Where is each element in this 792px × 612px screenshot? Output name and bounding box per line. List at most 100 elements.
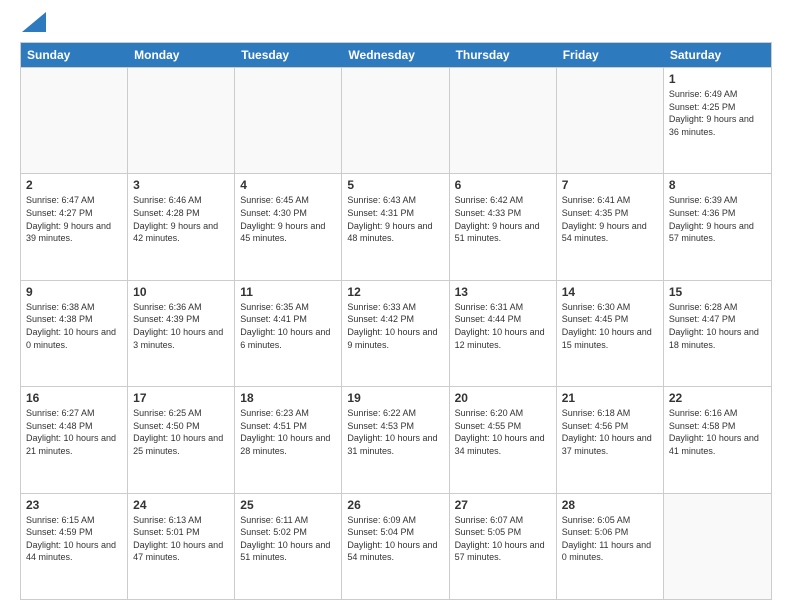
calendar-row: 1Sunrise: 6:49 AM Sunset: 4:25 PM Daylig… (21, 67, 771, 173)
calendar-cell: 16Sunrise: 6:27 AM Sunset: 4:48 PM Dayli… (21, 387, 128, 492)
calendar-cell (664, 494, 771, 599)
day-info: Sunrise: 6:07 AM Sunset: 5:05 PM Dayligh… (455, 514, 551, 564)
calendar-cell: 12Sunrise: 6:33 AM Sunset: 4:42 PM Dayli… (342, 281, 449, 386)
day-number: 20 (455, 391, 551, 405)
calendar-row: 9Sunrise: 6:38 AM Sunset: 4:38 PM Daylig… (21, 280, 771, 386)
calendar-cell: 15 Sunrise: 6:28 AM Sunset: 4:47 PM Dayli… (664, 281, 771, 386)
day-info: Sunrise: 6:20 AM Sunset: 4:55 PM Dayligh… (455, 407, 551, 457)
weekday-header: Sunday (21, 43, 128, 67)
calendar-cell: 23 Sunrise: 6:15 AM Sunset: 4:59 PM Dayli… (21, 494, 128, 599)
day-number: 3 (133, 178, 229, 192)
calendar-cell: 22Sunrise: 6:16 AM Sunset: 4:58 PM Dayli… (664, 387, 771, 492)
calendar-cell (450, 68, 557, 173)
day-number: 4 (240, 178, 336, 192)
day-info: Sunrise: 6:11 AM Sunset: 5:02 PM Dayligh… (240, 514, 336, 564)
calendar-cell: 10 Sunrise: 6:36 AM Sunset: 4:39 PM Dayli… (128, 281, 235, 386)
calendar-row: 23 Sunrise: 6:15 AM Sunset: 4:59 PM Dayli… (21, 493, 771, 599)
day-info: Sunrise: 6:30 AM Sunset: 4:45 PM Dayligh… (562, 301, 658, 351)
calendar-cell: 27 Sunrise: 6:07 AM Sunset: 5:05 PM Dayli… (450, 494, 557, 599)
page-header (20, 16, 772, 32)
day-number: 28 (562, 498, 658, 512)
day-number: 26 (347, 498, 443, 512)
day-info: Sunrise: 6:39 AM Sunset: 4:36 PM Dayligh… (669, 194, 766, 244)
calendar: SundayMondayTuesdayWednesdayThursdayFrid… (20, 42, 772, 600)
day-number: 25 (240, 498, 336, 512)
day-info: Sunrise: 6:36 AM Sunset: 4:39 PM Dayligh… (133, 301, 229, 351)
day-info: Sunrise: 6:15 AM Sunset: 4:59 PM Dayligh… (26, 514, 122, 564)
calendar-cell: 3 Sunrise: 6:46 AM Sunset: 4:28 PM Daylig… (128, 174, 235, 279)
calendar-cell (342, 68, 449, 173)
day-info: Sunrise: 6:22 AM Sunset: 4:53 PM Dayligh… (347, 407, 443, 457)
day-info: Sunrise: 6:38 AM Sunset: 4:38 PM Dayligh… (26, 301, 122, 351)
calendar-header: SundayMondayTuesdayWednesdayThursdayFrid… (21, 43, 771, 67)
weekday-header: Thursday (450, 43, 557, 67)
calendar-cell (128, 68, 235, 173)
day-info: Sunrise: 6:09 AM Sunset: 5:04 PM Dayligh… (347, 514, 443, 564)
day-number: 21 (562, 391, 658, 405)
day-number: 14 (562, 285, 658, 299)
day-number: 15 (669, 285, 766, 299)
weekday-header: Saturday (664, 43, 771, 67)
calendar-cell: 2 Sunrise: 6:47 AM Sunset: 4:27 PM Daylig… (21, 174, 128, 279)
calendar-page: SundayMondayTuesdayWednesdayThursdayFrid… (0, 0, 792, 612)
day-number: 24 (133, 498, 229, 512)
calendar-cell: 21 Sunrise: 6:18 AM Sunset: 4:56 PM Dayli… (557, 387, 664, 492)
calendar-row: 16Sunrise: 6:27 AM Sunset: 4:48 PM Dayli… (21, 386, 771, 492)
calendar-body: 1Sunrise: 6:49 AM Sunset: 4:25 PM Daylig… (21, 67, 771, 599)
calendar-cell: 26 Sunrise: 6:09 AM Sunset: 5:04 PM Dayli… (342, 494, 449, 599)
day-number: 2 (26, 178, 122, 192)
calendar-row: 2 Sunrise: 6:47 AM Sunset: 4:27 PM Daylig… (21, 173, 771, 279)
weekday-header: Monday (128, 43, 235, 67)
day-number: 22 (669, 391, 766, 405)
day-info: Sunrise: 6:42 AM Sunset: 4:33 PM Dayligh… (455, 194, 551, 244)
calendar-cell: 7 Sunrise: 6:41 AM Sunset: 4:35 PM Daylig… (557, 174, 664, 279)
logo-icon (22, 12, 46, 32)
weekday-header: Wednesday (342, 43, 449, 67)
calendar-cell: 9Sunrise: 6:38 AM Sunset: 4:38 PM Daylig… (21, 281, 128, 386)
weekday-header: Tuesday (235, 43, 342, 67)
day-number: 7 (562, 178, 658, 192)
calendar-cell: 1Sunrise: 6:49 AM Sunset: 4:25 PM Daylig… (664, 68, 771, 173)
day-number: 13 (455, 285, 551, 299)
day-number: 23 (26, 498, 122, 512)
calendar-cell: 8 Sunrise: 6:39 AM Sunset: 4:36 PM Daylig… (664, 174, 771, 279)
day-info: Sunrise: 6:18 AM Sunset: 4:56 PM Dayligh… (562, 407, 658, 457)
logo (20, 16, 46, 32)
calendar-cell: 6 Sunrise: 6:42 AM Sunset: 4:33 PM Daylig… (450, 174, 557, 279)
calendar-cell (21, 68, 128, 173)
calendar-cell: 11Sunrise: 6:35 AM Sunset: 4:41 PM Dayli… (235, 281, 342, 386)
calendar-cell: 5 Sunrise: 6:43 AM Sunset: 4:31 PM Daylig… (342, 174, 449, 279)
calendar-cell: 14 Sunrise: 6:30 AM Sunset: 4:45 PM Dayli… (557, 281, 664, 386)
day-number: 5 (347, 178, 443, 192)
day-info: Sunrise: 6:47 AM Sunset: 4:27 PM Dayligh… (26, 194, 122, 244)
day-info: Sunrise: 6:28 AM Sunset: 4:47 PM Dayligh… (669, 301, 766, 351)
day-info: Sunrise: 6:25 AM Sunset: 4:50 PM Dayligh… (133, 407, 229, 457)
calendar-cell: 25 Sunrise: 6:11 AM Sunset: 5:02 PM Dayli… (235, 494, 342, 599)
calendar-cell: 20 Sunrise: 6:20 AM Sunset: 4:55 PM Dayli… (450, 387, 557, 492)
day-info: Sunrise: 6:13 AM Sunset: 5:01 PM Dayligh… (133, 514, 229, 564)
day-info: Sunrise: 6:05 AM Sunset: 5:06 PM Dayligh… (562, 514, 658, 564)
day-info: Sunrise: 6:31 AM Sunset: 4:44 PM Dayligh… (455, 301, 551, 351)
day-number: 27 (455, 498, 551, 512)
day-number: 18 (240, 391, 336, 405)
day-info: Sunrise: 6:41 AM Sunset: 4:35 PM Dayligh… (562, 194, 658, 244)
day-number: 6 (455, 178, 551, 192)
day-number: 11 (240, 285, 336, 299)
calendar-cell: 24 Sunrise: 6:13 AM Sunset: 5:01 PM Dayli… (128, 494, 235, 599)
day-info: Sunrise: 6:43 AM Sunset: 4:31 PM Dayligh… (347, 194, 443, 244)
calendar-cell: 28 Sunrise: 6:05 AM Sunset: 5:06 PM Dayli… (557, 494, 664, 599)
calendar-cell: 19Sunrise: 6:22 AM Sunset: 4:53 PM Dayli… (342, 387, 449, 492)
calendar-cell (557, 68, 664, 173)
day-number: 1 (669, 72, 766, 86)
day-info: Sunrise: 6:33 AM Sunset: 4:42 PM Dayligh… (347, 301, 443, 351)
day-info: Sunrise: 6:46 AM Sunset: 4:28 PM Dayligh… (133, 194, 229, 244)
calendar-cell: 13 Sunrise: 6:31 AM Sunset: 4:44 PM Dayli… (450, 281, 557, 386)
day-number: 10 (133, 285, 229, 299)
day-number: 8 (669, 178, 766, 192)
calendar-cell (235, 68, 342, 173)
day-number: 17 (133, 391, 229, 405)
weekday-header: Friday (557, 43, 664, 67)
day-number: 16 (26, 391, 122, 405)
calendar-cell: 4Sunrise: 6:45 AM Sunset: 4:30 PM Daylig… (235, 174, 342, 279)
calendar-cell: 17 Sunrise: 6:25 AM Sunset: 4:50 PM Dayli… (128, 387, 235, 492)
